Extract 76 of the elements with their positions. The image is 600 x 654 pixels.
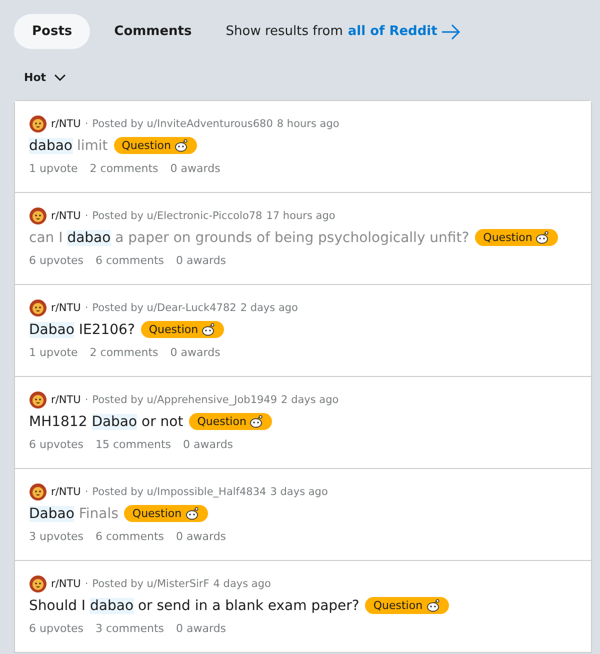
- emoji-icon: [201, 323, 216, 336]
- separator-dot: ·: [84, 578, 88, 590]
- separator-dot: ·: [84, 394, 88, 406]
- subreddit-icon: [29, 391, 47, 409]
- comment-count[interactable]: 15 comments: [96, 438, 172, 451]
- emoji-icon: [249, 415, 264, 428]
- subreddit-name[interactable]: r/NTU: [51, 394, 81, 406]
- award-count: 0 awards: [176, 622, 226, 635]
- post-author[interactable]: Posted by u/Dear-Luck4782: [92, 302, 236, 314]
- emoji-icon: [184, 507, 200, 520]
- separator-dot: ·: [84, 210, 88, 222]
- award-count: 0 awards: [170, 346, 220, 359]
- comment-count[interactable]: 6 comments: [96, 254, 164, 267]
- upvote-count: 1 upvote: [29, 162, 78, 175]
- flair-tag: Question: [189, 413, 272, 430]
- separator-dot: ·: [84, 486, 88, 498]
- post-author[interactable]: Posted by u/Electronic-Piccolo78: [92, 210, 262, 222]
- subreddit-name[interactable]: r/NTU: [51, 486, 81, 498]
- chevron-down-icon: [54, 74, 66, 82]
- separator-dot: ·: [84, 302, 88, 314]
- flair-tag: Question: [140, 321, 224, 338]
- comment-count[interactable]: 3 comments: [96, 622, 164, 635]
- subreddit-icon: [29, 575, 47, 593]
- subreddit-icon: [29, 115, 47, 133]
- comment-count[interactable]: 6 comments: [96, 530, 164, 543]
- sort-dropdown[interactable]: Hot: [20, 67, 70, 88]
- flair-tag: Question: [114, 137, 197, 154]
- emoji-icon: [174, 139, 189, 152]
- post-title[interactable]: MH1812 Dabao or not: [29, 414, 184, 430]
- tab[interactable]: Comments: [96, 14, 210, 49]
- post-card[interactable]: r/NTU · Posted by u/Apprehensive_Job1949 2 days ago MH1812 Dabao or not Question 6 upvotes 15 comments 0 awards: [15, 377, 591, 468]
- tab[interactable]: Posts: [14, 14, 90, 49]
- subreddit-icon: [29, 299, 47, 317]
- post-card[interactable]: r/NTU · Posted by u/Electronic-Piccolo78 17 hours ago can I dabao a paper on grounds of being psychologically unfit? Question 6 upvotes 6 comments 0 awards: [15, 193, 591, 284]
- emoji-icon: [535, 231, 550, 244]
- post-author[interactable]: Posted by u/InviteAdventurous680: [92, 118, 273, 130]
- post-card[interactable]: r/NTU · Posted by u/Impossible_Half4834 3 days ago Dabao Finals Question 3 upvotes 6 comments 0 awards: [15, 469, 591, 560]
- award-count: 0 awards: [176, 254, 226, 267]
- post-time: 2 days ago: [240, 302, 298, 314]
- flair-tag: Question: [475, 229, 558, 246]
- comment-count[interactable]: 2 comments: [90, 346, 158, 359]
- subreddit-icon: [29, 483, 47, 501]
- subreddit-name[interactable]: r/NTU: [51, 302, 81, 314]
- post-author[interactable]: Posted by u/MisterSirF: [92, 578, 210, 590]
- emoji-icon: [426, 599, 441, 612]
- post-author[interactable]: Posted by u/Apprehensive_Job1949: [92, 394, 278, 406]
- flair-tag: Question: [365, 597, 449, 614]
- upvote-count: 1 upvote: [29, 346, 78, 359]
- subreddit-icon: [29, 207, 47, 225]
- separator-dot: ·: [84, 118, 88, 130]
- upvote-count: 6 upvotes: [29, 254, 84, 267]
- post-title[interactable]: can I dabao a paper on grounds of being psychologically unfit?: [29, 230, 470, 246]
- scope-label: Show results from: [226, 24, 343, 39]
- post-title[interactable]: Should I dabao or send in a blank exam paper?: [29, 598, 360, 614]
- comment-count[interactable]: 2 comments: [90, 162, 158, 175]
- upvote-count: 3 upvotes: [29, 530, 84, 543]
- post-card[interactable]: r/NTU · Posted by u/Dear-Luck4782 2 days ago Dabao IE2106? Question 1 upvote 2 comments 0 awards: [15, 285, 591, 376]
- subreddit-name[interactable]: r/NTU: [51, 210, 81, 222]
- flair-tag: Question: [124, 505, 208, 522]
- post-time: 8 hours ago: [276, 118, 340, 130]
- post-card[interactable]: r/NTU · Posted by u/MisterSirF 4 days ago Should I dabao or send in a blank exam paper? Question 6 upvotes 3 comments 0 awards: [15, 561, 591, 652]
- award-count: 0 awards: [176, 530, 226, 543]
- award-count: 0 awards: [170, 162, 220, 175]
- subreddit-name[interactable]: r/NTU: [51, 578, 81, 590]
- subreddit-name[interactable]: r/NTU: [51, 118, 81, 130]
- award-count: 0 awards: [183, 438, 234, 451]
- upvote-count: 6 upvotes: [29, 622, 84, 635]
- upvote-count: 6 upvotes: [29, 438, 84, 451]
- post-time: 4 days ago: [213, 578, 271, 590]
- post-author[interactable]: Posted by u/Impossible_Half4834: [92, 486, 266, 498]
- post-time: 3 days ago: [270, 486, 328, 498]
- post-card[interactable]: r/NTU · Posted by u/InviteAdventurous680 8 hours ago dabao limit Question 1 upvote 2 comments 0 awards: [15, 101, 591, 192]
- post-time: 17 hours ago: [266, 210, 336, 222]
- post-title[interactable]: Dabao IE2106?: [29, 322, 135, 338]
- arrow-right-icon: [441, 24, 462, 40]
- post-time: 2 days ago: [281, 394, 339, 406]
